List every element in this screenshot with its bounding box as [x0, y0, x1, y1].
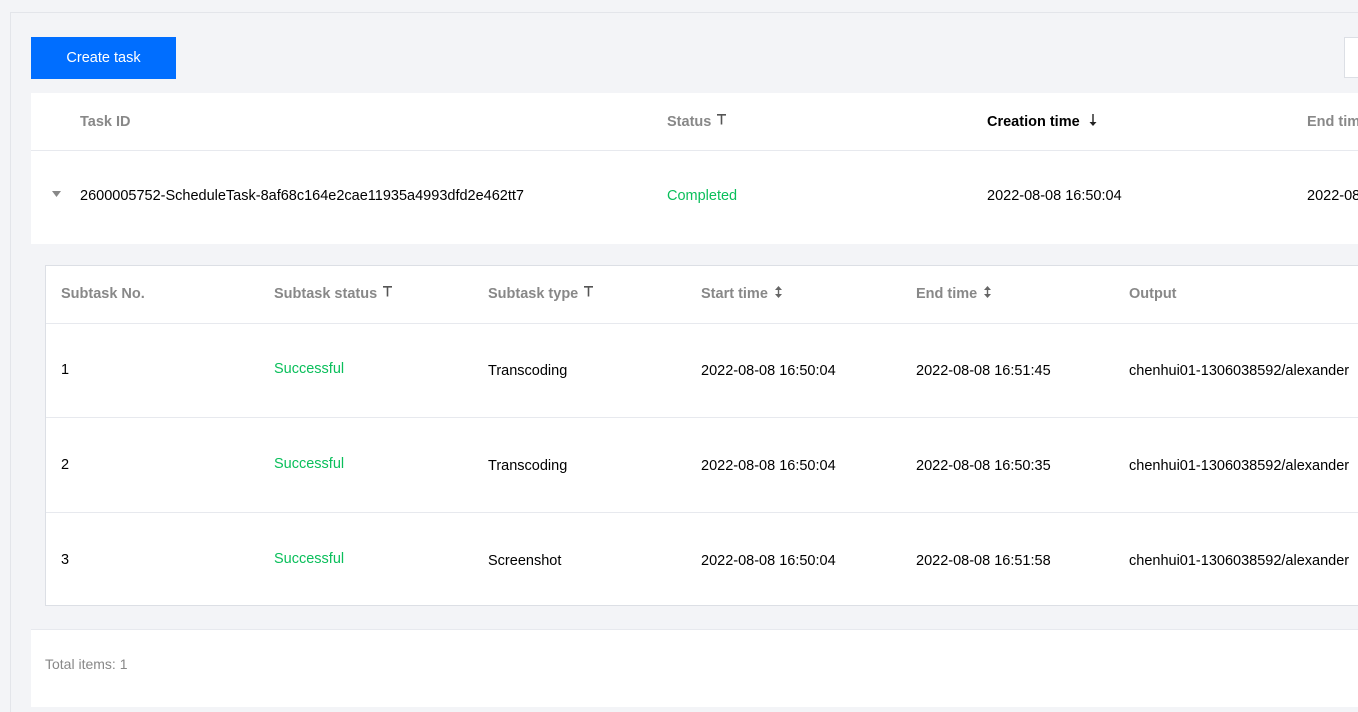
table-footer: Total items: 1 [31, 629, 1358, 707]
subtask-status: Successful [274, 456, 345, 472]
header-subtask-status-label: Subtask status [274, 286, 378, 302]
subtask-status: Successful [274, 361, 345, 377]
subtask-start-time: 2022-08-08 16:50:04 [701, 363, 836, 379]
header-subtask-type-label: Subtask type [488, 286, 579, 302]
filter-icon[interactable] [383, 286, 393, 297]
header-status-label: Status [667, 114, 712, 130]
header-end-time[interactable]: End time [1307, 114, 1358, 130]
subtask-status: Successful [274, 551, 345, 567]
table-row[interactable]: 2600005752-ScheduleTask-8af68c164e2cae11… [31, 150, 1358, 244]
creation-time: 2022-08-08 16:50:04 [987, 188, 1122, 204]
header-creation-time-label: Creation time [987, 114, 1080, 130]
subtask-start-time: 2022-08-08 16:50:04 [701, 458, 836, 474]
subtask-start-time: 2022-08-08 16:50:04 [701, 553, 836, 569]
subtask-type: Transcoding [488, 458, 568, 474]
subtask-row: 3 Successful Screenshot 2022-08-08 16:50… [46, 513, 1358, 605]
table-header: Task ID Status Creation time End time [31, 93, 1358, 151]
header-output: Output [1129, 286, 1177, 302]
header-subtask-no: Subtask No. [61, 286, 145, 302]
subtask-output: chenhui01-1306038592/alexander [1129, 553, 1350, 569]
filter-icon[interactable] [717, 114, 727, 125]
sort-down-icon[interactable] [1089, 114, 1097, 126]
filter-icon[interactable] [584, 286, 594, 297]
subtask-end-time: 2022-08-08 16:51:58 [916, 553, 1051, 569]
subtask-row: 2 Successful Transcoding 2022-08-08 16:5… [46, 418, 1358, 513]
header-start-time-label: Start time [701, 286, 768, 302]
subtask-type: Screenshot [488, 553, 562, 569]
sort-icon[interactable] [774, 286, 782, 298]
task-id: 2600005752-ScheduleTask-8af68c164e2cae11… [80, 188, 524, 204]
header-end-time-sub-label: End time [916, 286, 978, 302]
header-start-time[interactable]: Start time [701, 286, 782, 302]
subtask-output: chenhui01-1306038592/alexander [1129, 458, 1350, 474]
header-subtask-type[interactable]: Subtask type [488, 286, 594, 302]
task-table: Task ID Status Creation time End time 26… [31, 93, 1358, 707]
header-end-time-sub[interactable]: End time [916, 286, 992, 302]
header-task-id: Task ID [80, 114, 131, 130]
subtask-no: 3 [61, 552, 70, 568]
total-items: Total items: 1 [45, 656, 128, 672]
subtask-end-time: 2022-08-08 16:51:45 [916, 363, 1051, 379]
subtask-row: 1 Successful Transcoding 2022-08-08 16:5… [46, 323, 1358, 418]
task-status: Completed [667, 188, 738, 204]
expanded-row: Subtask No. Subtask status Subtask type … [31, 244, 1358, 629]
subtask-type: Transcoding [488, 363, 568, 379]
header-subtask-status[interactable]: Subtask status [274, 286, 393, 302]
page: Create task Task ID Status Creation time… [10, 12, 1358, 712]
subtask-no: 2 [61, 457, 70, 473]
subtask-end-time: 2022-08-08 16:50:35 [916, 458, 1051, 474]
subtask-header: Subtask No. Subtask status Subtask type … [46, 266, 1358, 324]
sort-icon[interactable] [984, 286, 992, 298]
subtask-output: chenhui01-1306038592/alexander [1129, 363, 1350, 379]
header-creation-time[interactable]: Creation time [987, 114, 1097, 130]
subtask-table: Subtask No. Subtask status Subtask type … [45, 265, 1358, 606]
subtask-no: 1 [61, 362, 70, 378]
search-input[interactable] [1344, 37, 1358, 78]
create-task-button[interactable]: Create task [31, 37, 176, 79]
header-status[interactable]: Status [667, 114, 727, 130]
caret-down-icon[interactable] [52, 191, 61, 197]
end-time: 2022-08-08 16:51:58 [1307, 188, 1358, 204]
